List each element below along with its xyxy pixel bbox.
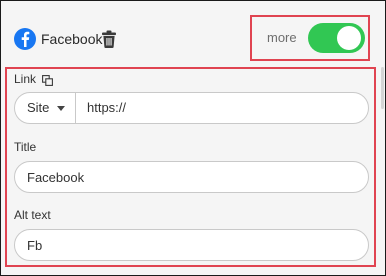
trash-icon[interactable]	[101, 30, 117, 48]
more-toggle-switch[interactable]	[308, 23, 365, 53]
alt-text-label: Alt text	[14, 208, 51, 222]
facebook-logo-icon	[14, 28, 36, 50]
title-input[interactable]	[14, 161, 369, 193]
link-details-panel: Link Site Title Alt text	[5, 67, 376, 267]
link-input-group: Site	[14, 92, 369, 124]
alt-text-input[interactable]	[14, 229, 369, 261]
social-link-editor: Facebook more Link Site https:// Title F…	[0, 0, 386, 276]
toggle-knob	[337, 26, 361, 50]
network-name: Facebook	[41, 31, 103, 47]
caret-down-icon	[57, 106, 65, 111]
url-input[interactable]	[87, 100, 357, 115]
link-divider	[75, 93, 76, 123]
copy-icon[interactable]	[42, 73, 53, 86]
more-toggle-label: more	[267, 30, 297, 45]
link-source-select[interactable]: Site	[15, 93, 75, 123]
link-label: Link	[14, 72, 37, 86]
link-source-value: Site	[27, 100, 50, 115]
more-toggle-group: more	[250, 15, 370, 61]
scrollbar[interactable]	[381, 67, 384, 109]
title-label: Title	[14, 140, 37, 154]
social-link-header: Facebook more	[1, 1, 385, 65]
